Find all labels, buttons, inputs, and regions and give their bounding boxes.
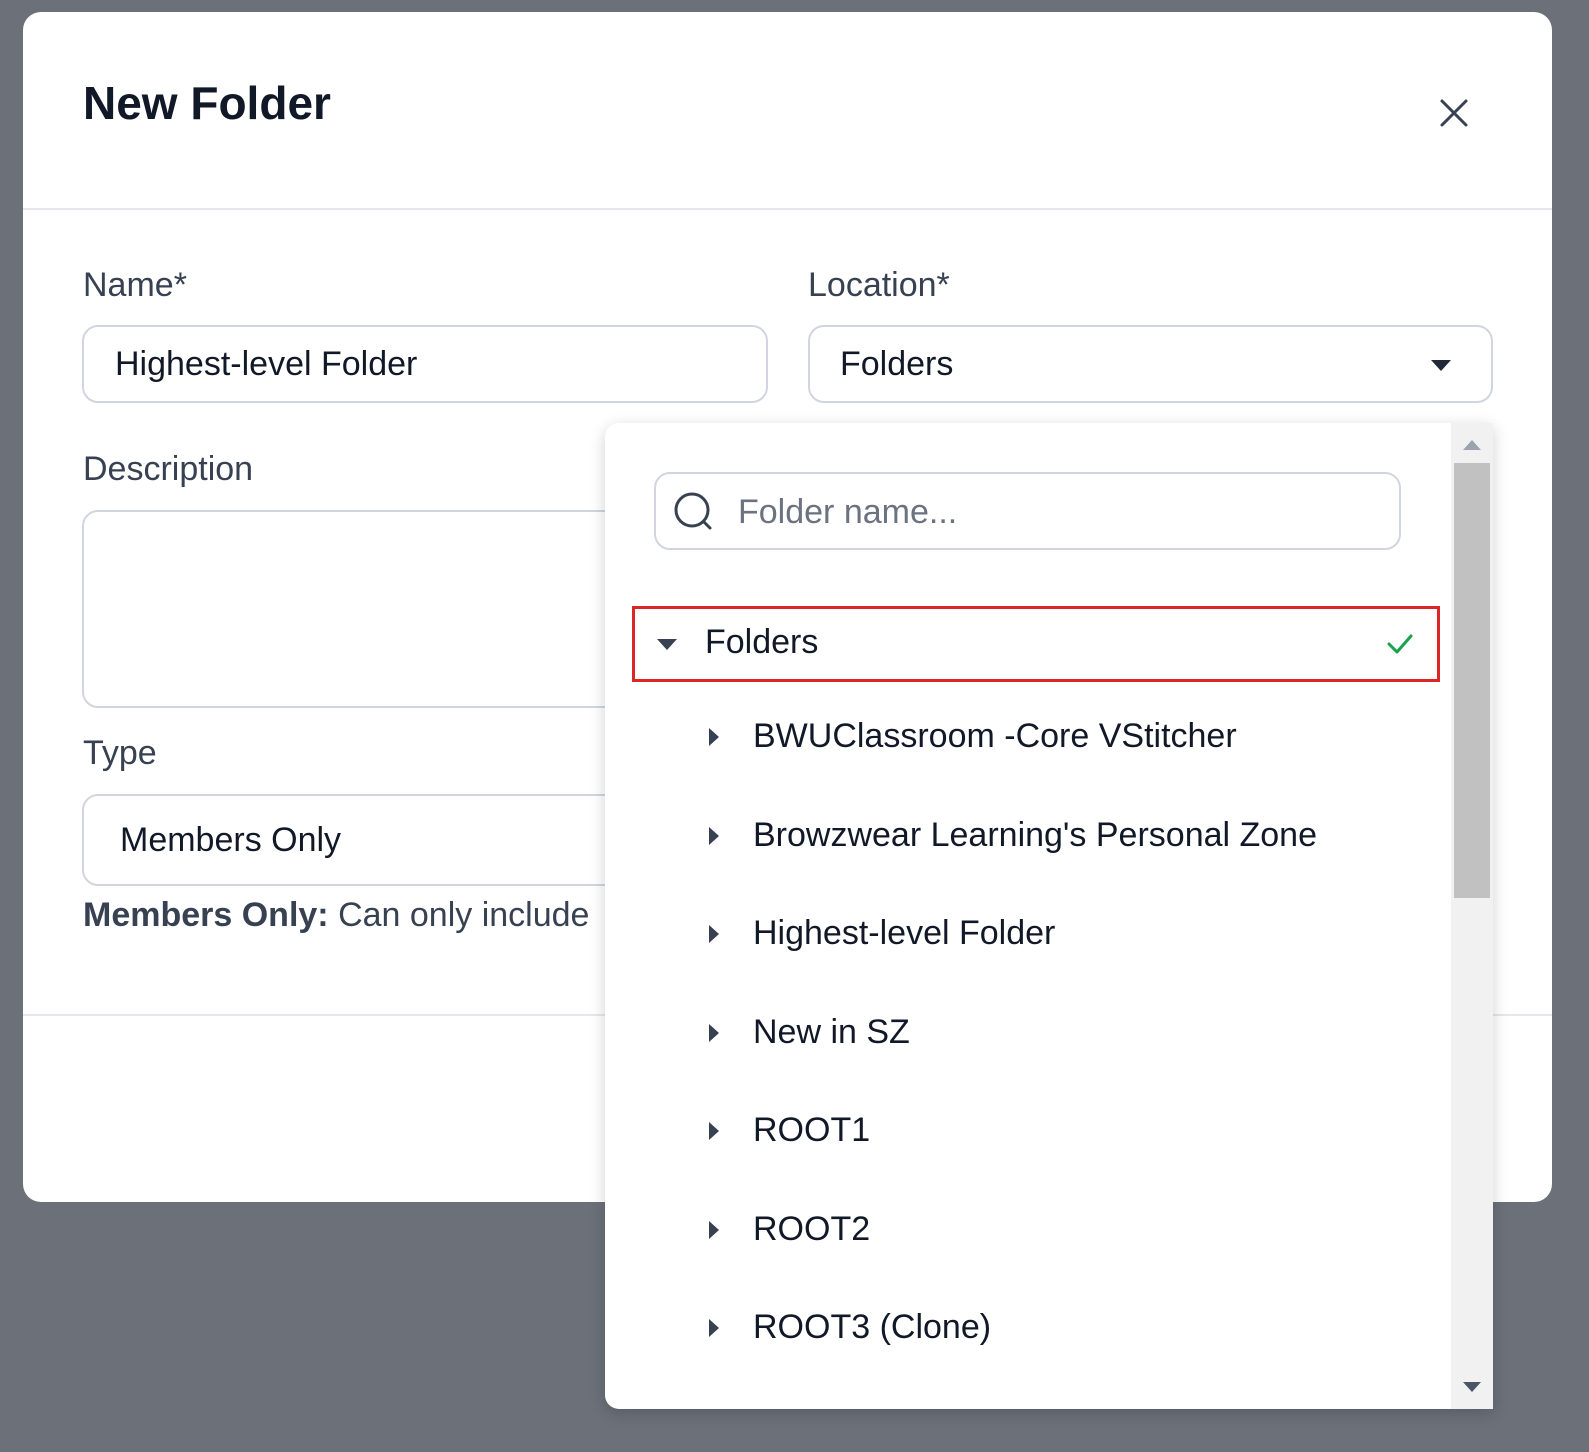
tree-item-folders[interactable]: Folders (632, 606, 1440, 682)
tree-item-child[interactable]: ROOT3 (Clone) (632, 1292, 1440, 1368)
scrollbar-thumb[interactable] (1454, 463, 1490, 898)
caret-right-icon (709, 925, 719, 943)
check-icon (1387, 634, 1413, 654)
caret-right-icon (709, 1122, 719, 1140)
caret-right-icon (709, 728, 719, 746)
caret-right-icon (709, 827, 719, 845)
caret-right-icon (709, 1221, 719, 1239)
location-label: Location* (808, 266, 950, 304)
scroll-up-arrow-icon[interactable] (1463, 440, 1481, 450)
scroll-down-arrow-icon[interactable] (1463, 1382, 1481, 1392)
tree-item-child[interactable]: BWUClassroom -Core VStitcher (632, 701, 1440, 777)
type-label: Type (83, 734, 157, 772)
name-label: Name* (83, 266, 187, 304)
tree-item-label: ROOT1 (753, 1111, 871, 1149)
search-icon (674, 492, 712, 530)
tree-item-label: BWUClassroom -Core VStitcher (753, 717, 1237, 755)
type-selected-value: Members Only (120, 820, 342, 859)
tree-item-label: Folders (705, 623, 819, 661)
folder-search-input[interactable] (736, 486, 1380, 538)
type-help-bold: Members Only: (83, 896, 329, 934)
folder-search-box[interactable] (654, 472, 1401, 550)
header-divider (23, 208, 1552, 210)
tree-item-label: New in SZ (753, 1013, 910, 1051)
dropdown-scrollbar[interactable] (1451, 423, 1493, 1409)
dialog-title: New Folder (83, 77, 331, 129)
location-dropdown: Folders BWUClassroom -Core VStitcher Bro… (605, 423, 1493, 1409)
tree-item-label: ROOT2 (753, 1210, 871, 1248)
tree-item-child[interactable]: ROOT2 (632, 1194, 1440, 1270)
type-help-text: Members Only: Can only include (83, 896, 589, 935)
tree-item-child[interactable]: ROOT1 (632, 1095, 1440, 1171)
location-selected-value: Folders (840, 344, 954, 383)
tree-item-child[interactable]: Browzwear Learning's Personal Zone (632, 800, 1440, 876)
close-icon (1440, 99, 1468, 127)
tree-item-label: ROOT3 (Clone) (753, 1308, 992, 1346)
close-button[interactable] (1427, 86, 1481, 140)
name-input[interactable] (82, 325, 768, 403)
caret-right-icon (709, 1319, 719, 1337)
tree-item-child[interactable]: New in SZ (632, 997, 1440, 1073)
tree-item-label: Highest-level Folder (753, 914, 1056, 952)
location-select[interactable]: Folders (808, 325, 1493, 403)
tree-item-child[interactable]: Highest-level Folder (632, 898, 1440, 974)
caret-right-icon (709, 1024, 719, 1042)
tree-item-label: Browzwear Learning's Personal Zone (753, 816, 1318, 854)
description-label: Description (83, 450, 254, 488)
type-help-description: Can only include (328, 896, 590, 934)
chevron-down-icon (1431, 360, 1451, 371)
caret-down-icon (657, 639, 677, 650)
